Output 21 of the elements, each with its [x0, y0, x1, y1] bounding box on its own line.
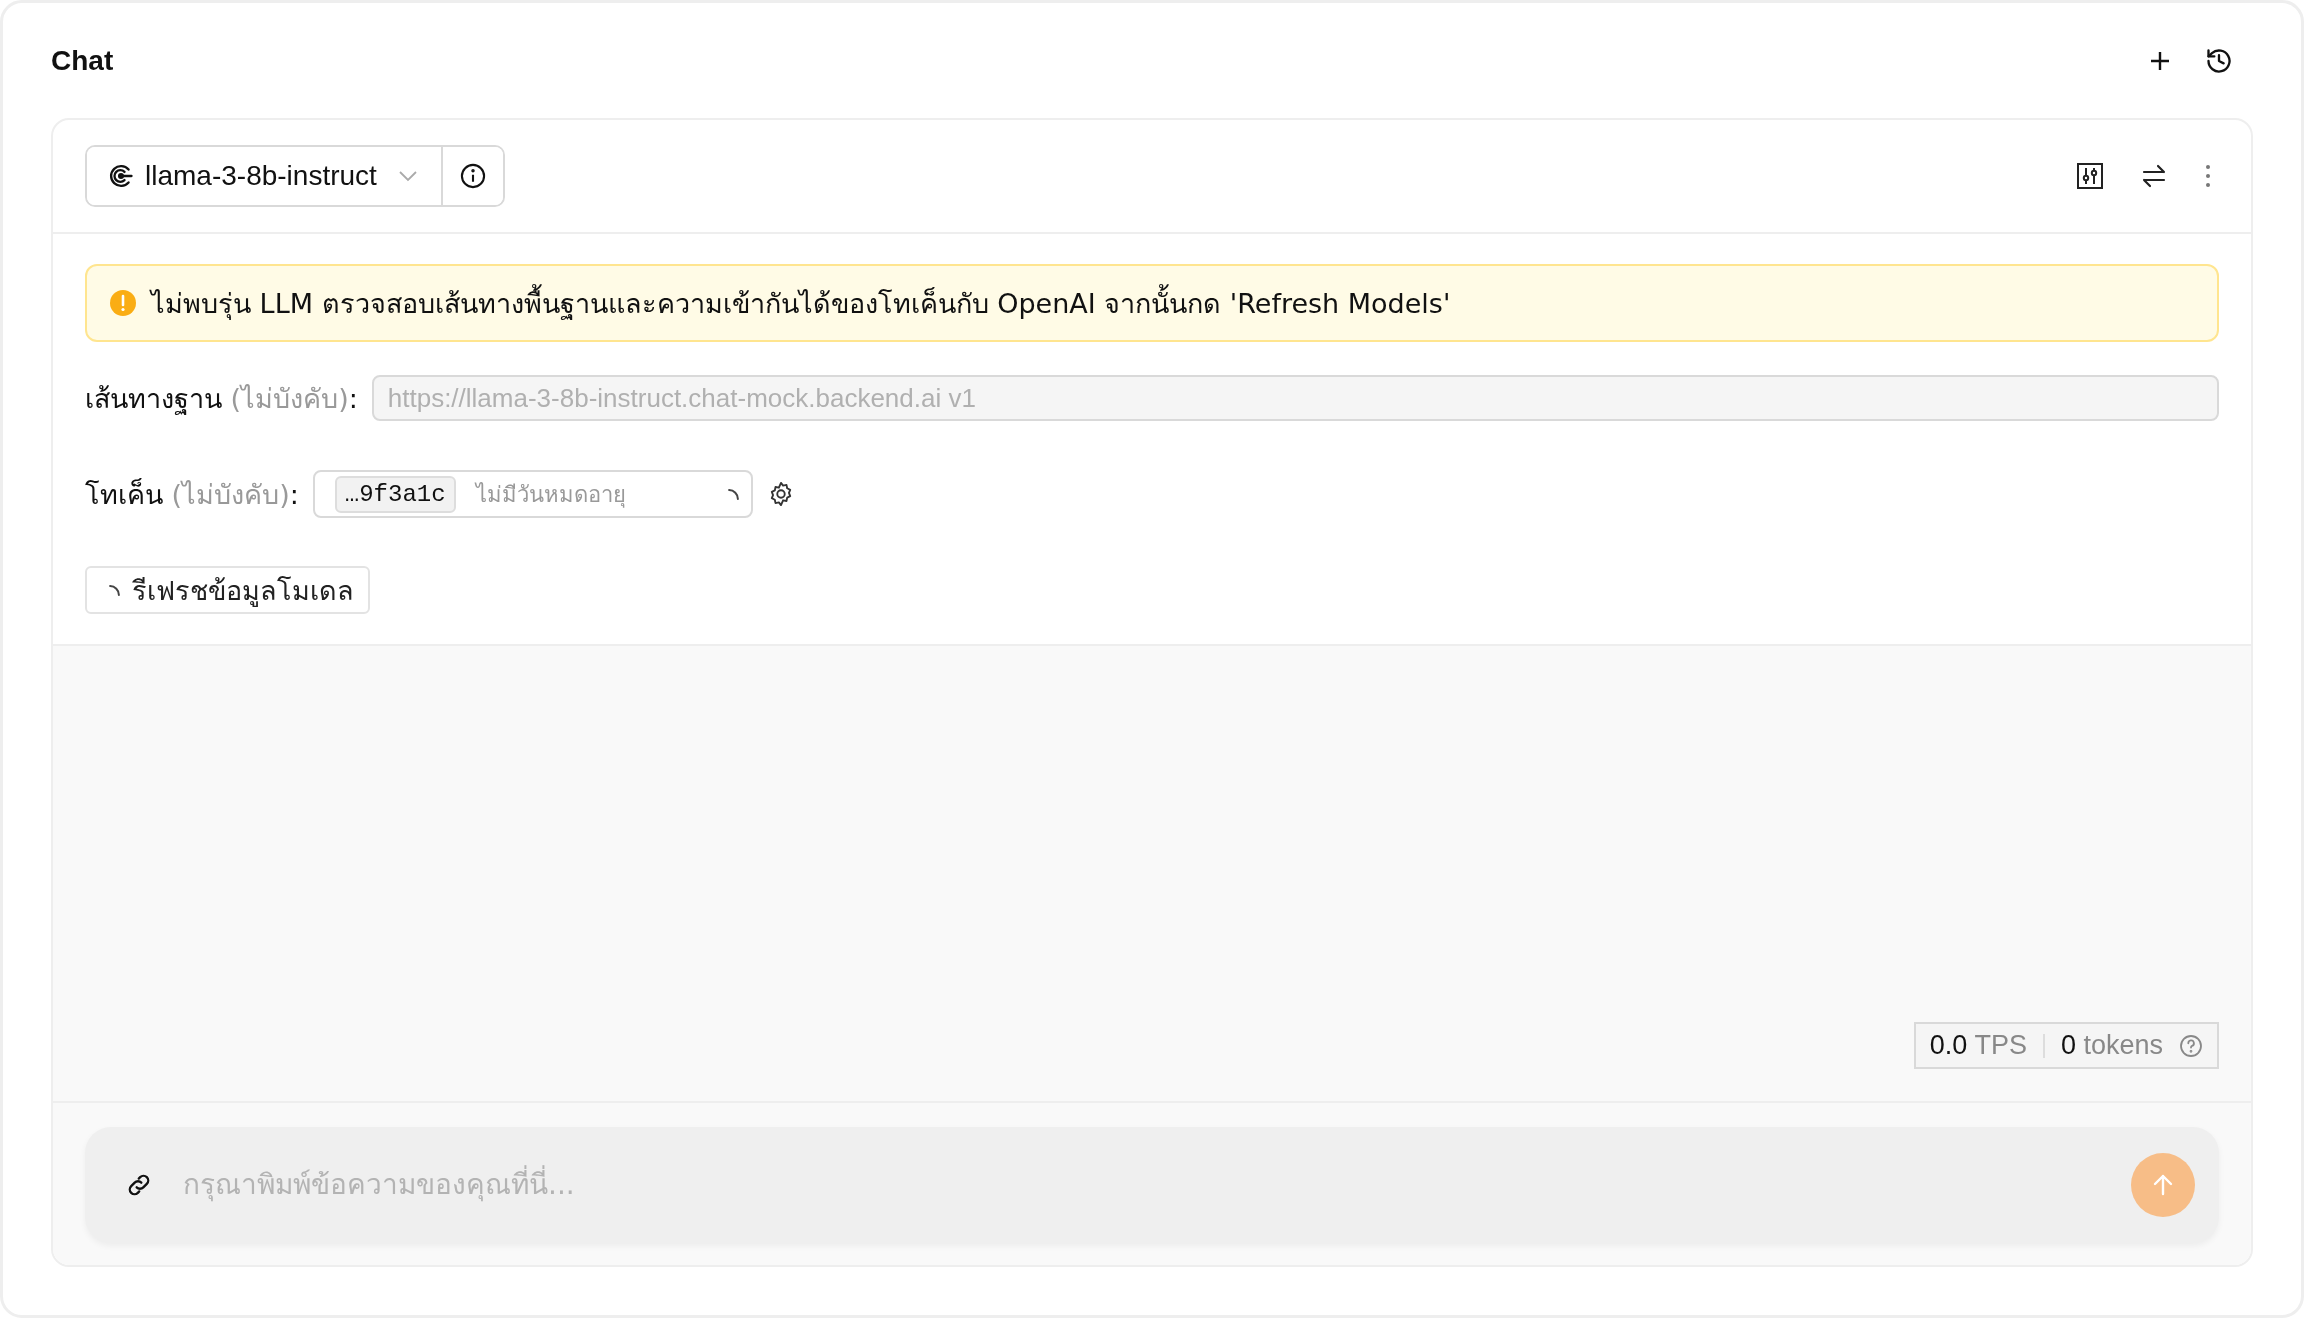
expiry-text: ไม่มีวันหมดอายุ	[475, 480, 627, 510]
field-label: เส้นทางฐาน (ไม่บังคับ):	[85, 381, 358, 417]
add-icon[interactable]	[2149, 49, 2171, 72]
info-icon	[458, 162, 487, 190]
token-chip: …9f3a1c	[334, 475, 456, 513]
sliders-icon[interactable]	[2077, 163, 2103, 189]
refresh-models-button[interactable]: รีเฟรชข้อมูลโมเดล	[85, 566, 370, 614]
field-label: โทเค็น (ไม่บังคับ):	[85, 477, 299, 512]
help-icon[interactable]	[2179, 1033, 2203, 1058]
warning-icon	[109, 289, 137, 317]
tps-value: 0.0 TPS	[1929, 1030, 2027, 1061]
page-title: Chat	[51, 44, 114, 77]
model-icon	[107, 162, 135, 190]
model-select[interactable]: llama-3-8b-instruct	[87, 147, 443, 205]
more-icon[interactable]	[2205, 164, 2211, 188]
swap-icon[interactable]	[2141, 163, 2167, 189]
token-count: 0 tokens	[2060, 1030, 2163, 1061]
warning-message: ไม่พบรุ่น LLM ตรวจสอบเส้นทางพื้นฐานและความเข้ากันได้ของโทเค็นกับ OpenAI จากนั้นกด 'Refresh Models'	[151, 281, 1451, 325]
history-icon[interactable]	[2205, 46, 2233, 75]
token-field[interactable]: …9f3a1c ไม่มีวันหมดอายุ	[312, 470, 753, 518]
composer-box[interactable]: กรุณาพิมพ์ข้อความของคุณที่นี่...	[85, 1127, 2219, 1243]
